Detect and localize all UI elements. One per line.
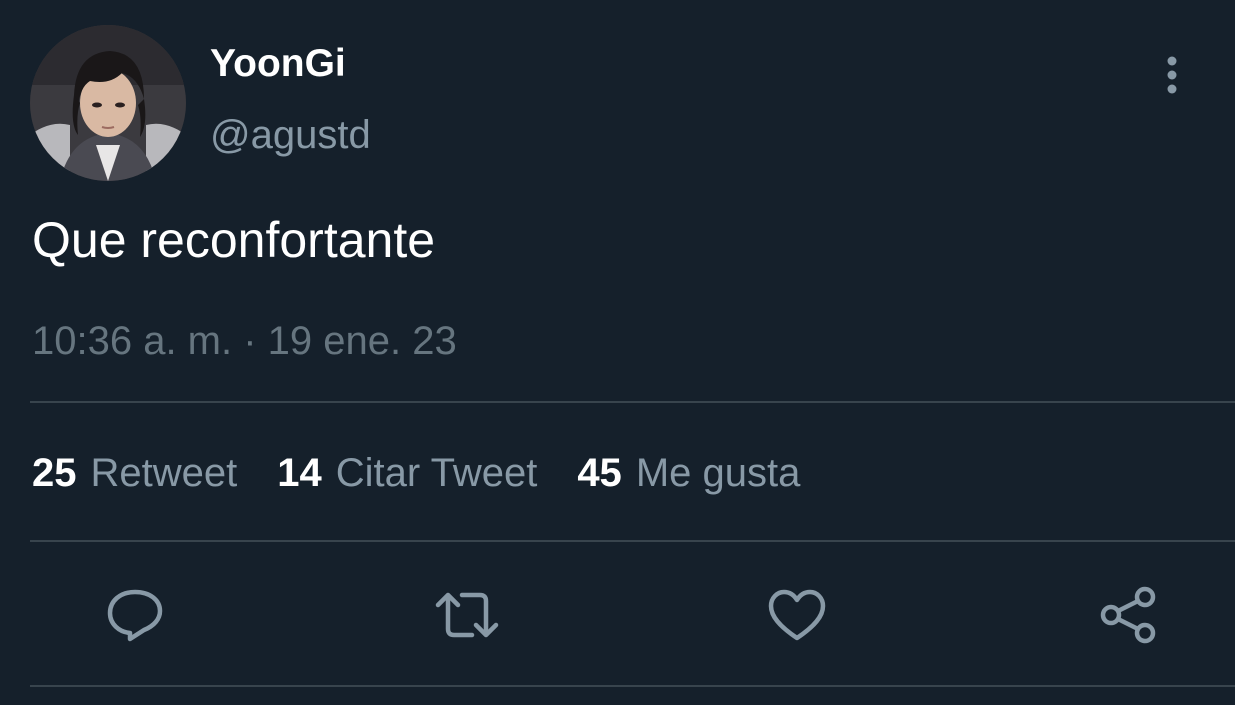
retweet-icon [435, 592, 499, 638]
tweet-timestamp[interactable]: 10:36 a. m. · 19 ene. 23 [32, 317, 457, 365]
like-button[interactable] [762, 580, 832, 650]
more-options-button[interactable] [1150, 52, 1194, 98]
like-count: 45 [577, 451, 622, 495]
divider [30, 540, 1235, 542]
retweet-label: Retweet [90, 451, 238, 495]
user-handle[interactable]: @agustd [210, 112, 371, 158]
more-vertical-icon [1167, 56, 1177, 94]
display-name[interactable]: YoonGi [210, 42, 346, 86]
divider [30, 685, 1235, 687]
share-icon [1100, 586, 1156, 644]
reply-button[interactable] [100, 580, 170, 650]
share-button[interactable] [1094, 580, 1164, 650]
like-stat[interactable]: 45 Me gusta [577, 448, 800, 498]
divider [30, 401, 1235, 403]
like-label: Me gusta [635, 451, 801, 495]
avatar-image [30, 25, 186, 181]
avatar[interactable] [30, 25, 186, 181]
quote-tweet-label: Citar Tweet [335, 451, 538, 495]
heart-icon [768, 589, 826, 641]
retweet-count: 25 [32, 451, 77, 495]
quote-tweet-stat[interactable]: 14 Citar Tweet [277, 448, 537, 498]
reply-icon [107, 589, 163, 642]
tweet-text: Que reconfortante [32, 212, 436, 268]
retweet-button[interactable] [432, 580, 502, 650]
tweet-stats: 25 Retweet 14 Citar Tweet 45 Me gusta [32, 448, 840, 498]
quote-tweet-count: 14 [277, 451, 322, 495]
retweet-stat[interactable]: 25 Retweet [32, 448, 237, 498]
